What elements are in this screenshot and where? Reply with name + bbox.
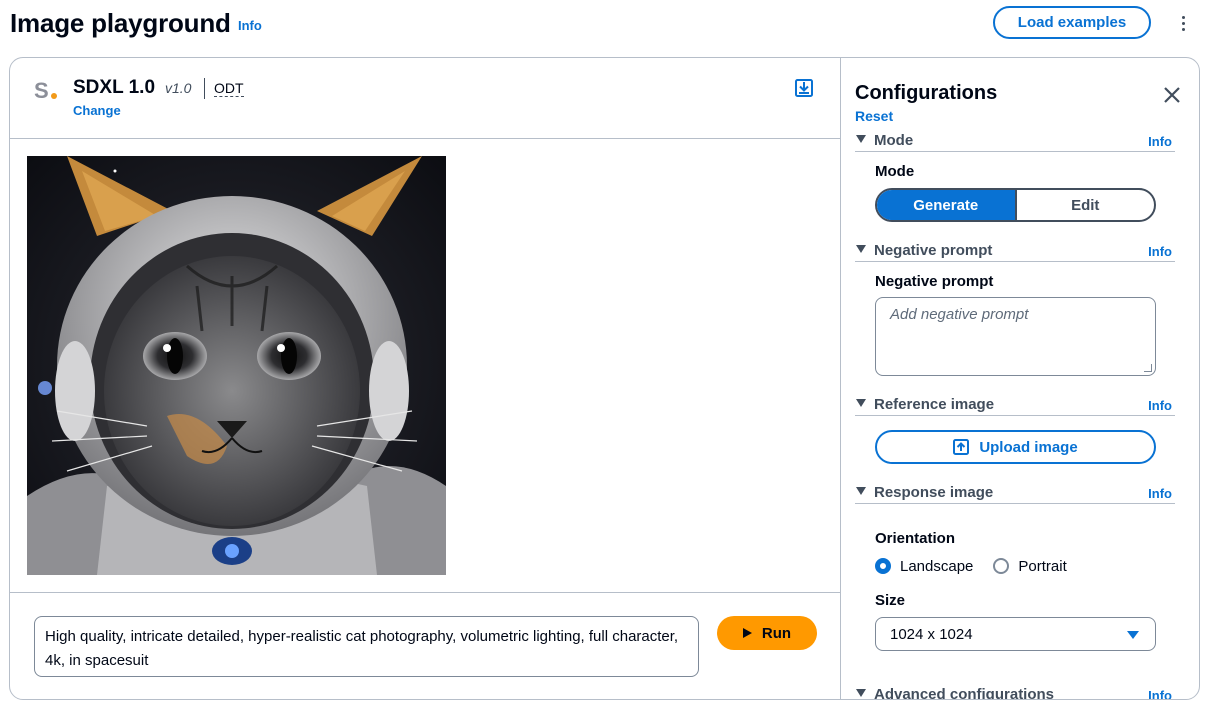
caret-down-icon	[856, 689, 866, 697]
response-info-link[interactable]: Info	[1148, 486, 1172, 501]
negative-info-link[interactable]: Info	[1148, 244, 1172, 259]
negative-prompt-input[interactable]: Add negative prompt	[875, 297, 1156, 376]
caret-down-icon	[856, 135, 866, 143]
dropdown-arrow-icon	[1127, 631, 1139, 639]
output-pane: S SDXL 1.0 v1.0 ODT Change High quality,…	[10, 58, 840, 699]
model-logo: S	[34, 80, 58, 104]
model-logo-letter: S	[34, 78, 49, 103]
reference-info-link[interactable]: Info	[1148, 398, 1172, 413]
change-model-link[interactable]: Change	[73, 103, 121, 118]
orientation-landscape-radio[interactable]: Landscape	[875, 558, 973, 575]
mode-generate-option[interactable]: Generate	[877, 190, 1015, 220]
orientation-portrait-radio[interactable]: Portrait	[993, 557, 1067, 575]
section-label: Advanced configurations	[874, 686, 1055, 700]
radio-unchecked-icon	[993, 558, 1010, 574]
configurations-panel: Configurations Reset Mode Info Mode Gene…	[840, 58, 1199, 700]
caret-down-icon	[856, 245, 866, 253]
playground-card: S SDXL 1.0 v1.0 ODT Change High quality,…	[9, 57, 1200, 700]
load-examples-button[interactable]: Load examples	[993, 6, 1151, 39]
run-button[interactable]: Run	[717, 616, 817, 650]
download-icon[interactable]	[794, 78, 814, 98]
section-advanced-header[interactable]: Advanced configurations Info	[855, 686, 1175, 700]
size-label: Size	[875, 592, 906, 609]
configurations-title: Configurations	[855, 82, 998, 104]
close-icon[interactable]	[1163, 86, 1181, 104]
run-button-label: Run	[761, 624, 792, 642]
radio-label: Landscape	[900, 557, 974, 575]
page-title: Image playground	[10, 8, 231, 38]
negative-prompt-label: Negative prompt	[875, 273, 994, 290]
play-icon	[742, 628, 752, 638]
section-mode-header[interactable]: Mode Info	[855, 132, 1175, 152]
generated-image	[27, 156, 446, 575]
section-reference-image-header[interactable]: Reference image Info	[855, 396, 1175, 416]
radio-label: Portrait	[1018, 557, 1067, 575]
mode-edit-option[interactable]: Edit	[1014, 190, 1155, 220]
title-info-link[interactable]: Info	[238, 18, 262, 33]
section-response-image-header[interactable]: Response image Info	[855, 484, 1175, 504]
mode-label: Mode	[875, 163, 915, 180]
upload-image-label: Upload image	[979, 438, 1078, 456]
resize-handle[interactable]	[1144, 364, 1152, 372]
radio-checked-icon	[875, 558, 891, 574]
size-select-value: 1024 x 1024	[890, 625, 973, 643]
section-label: Negative prompt	[874, 242, 993, 259]
model-provider[interactable]: ODT	[214, 80, 244, 97]
model-name: SDXL 1.0	[73, 77, 156, 98]
mode-info-link[interactable]: Info	[1148, 134, 1172, 149]
section-label: Reference image	[874, 396, 995, 413]
section-label: Response image	[874, 484, 994, 501]
size-select[interactable]: 1024 x 1024	[875, 617, 1156, 651]
upload-image-button[interactable]: Upload image	[875, 430, 1156, 464]
mode-segmented-control: Generate Edit	[875, 188, 1156, 222]
orientation-label: Orientation	[875, 530, 956, 547]
orientation-radio-group: Landscape Portrait	[875, 556, 1087, 576]
reset-link[interactable]: Reset	[855, 108, 893, 124]
page-header: Image playground Info Load examples	[10, 6, 1200, 46]
kebab-menu-icon[interactable]	[1175, 10, 1191, 36]
caret-down-icon	[856, 399, 866, 407]
upload-icon	[953, 439, 970, 455]
caret-down-icon	[856, 487, 866, 495]
negative-prompt-placeholder: Add negative prompt	[890, 306, 1029, 323]
section-negative-prompt-header[interactable]: Negative prompt Info	[855, 242, 1175, 262]
section-label: Mode	[874, 132, 914, 149]
model-header: S SDXL 1.0 v1.0 ODT Change	[10, 58, 840, 139]
advanced-info-link[interactable]: Info	[1148, 688, 1172, 699]
prompt-input[interactable]: High quality, intricate detailed, hyper-…	[34, 616, 699, 677]
model-logo-dot	[51, 93, 57, 99]
model-version: v1.0	[165, 80, 192, 96]
divider	[204, 78, 205, 99]
divider	[10, 592, 840, 593]
